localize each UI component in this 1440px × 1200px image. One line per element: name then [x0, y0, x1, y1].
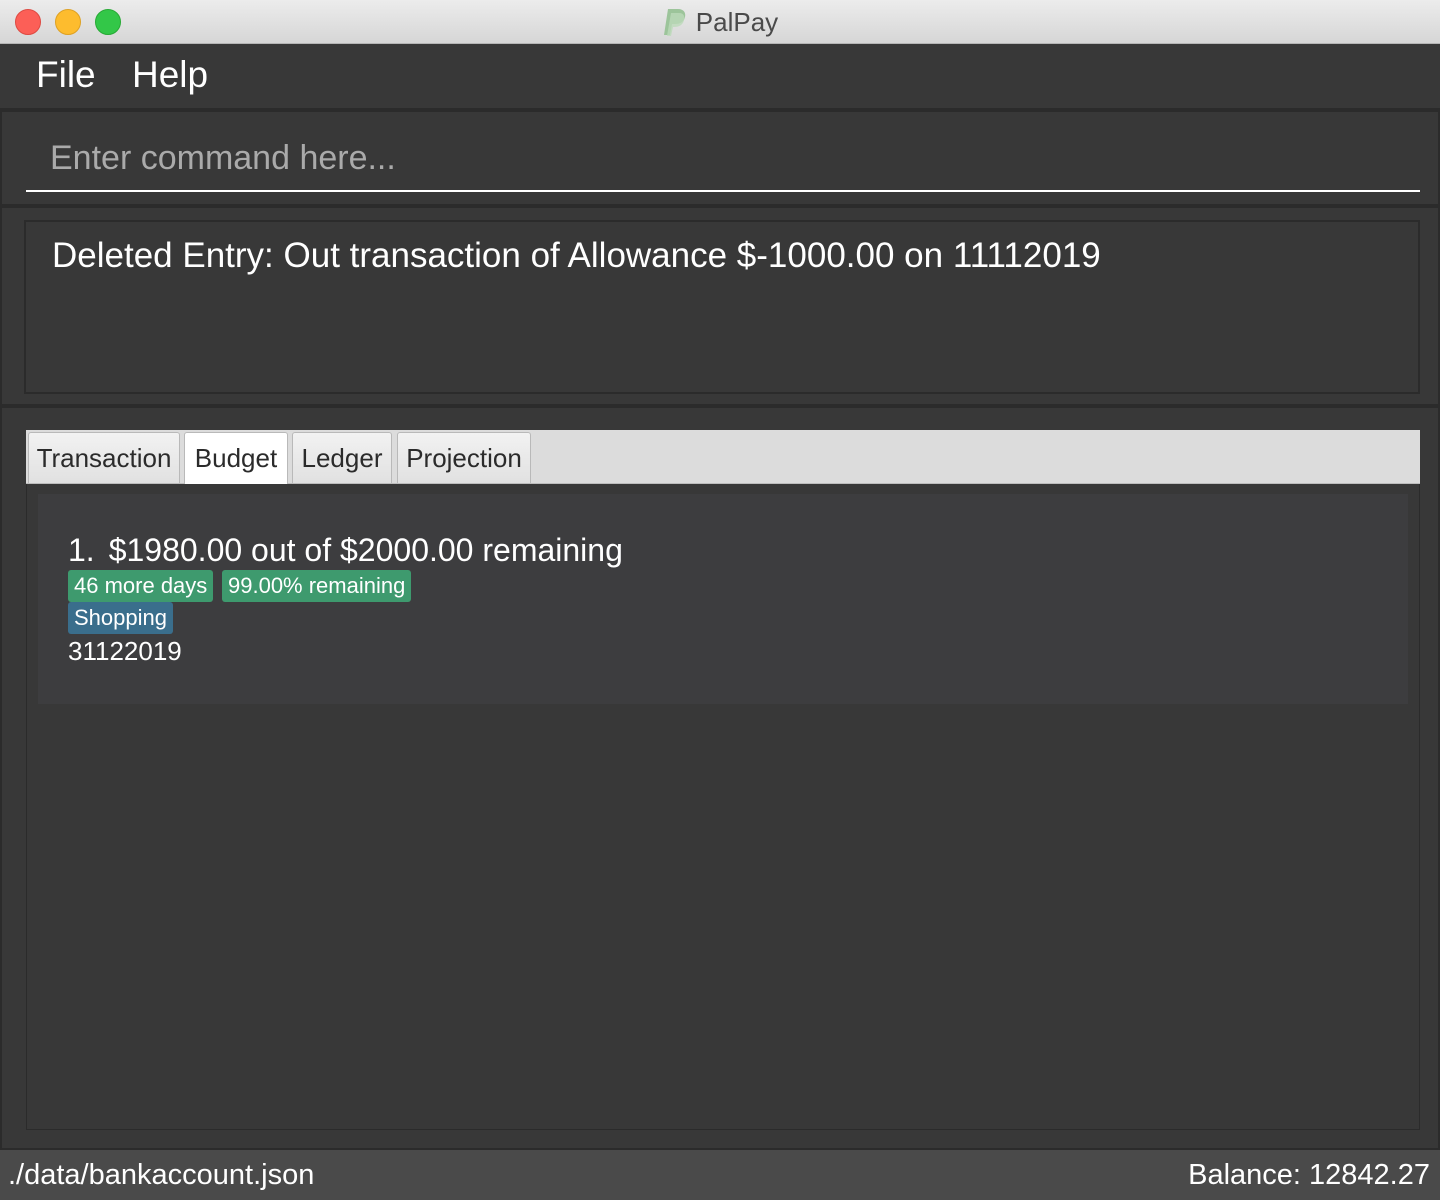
result-panel: Deleted Entry: Out transaction of Allowa… — [0, 206, 1440, 406]
paypal-logo-icon — [663, 9, 686, 36]
days-left-badge: 46 more days — [68, 570, 214, 602]
result-display[interactable]: Deleted Entry: Out transaction of Allowa… — [24, 220, 1420, 394]
budget-date: 31122019 — [68, 636, 182, 666]
menu-bar: File Help — [0, 44, 1440, 110]
menu-file[interactable]: File — [36, 54, 96, 96]
menu-help[interactable]: Help — [132, 54, 208, 96]
data-file-path: ./data/bankaccount.json — [8, 1159, 315, 1191]
result-message: Deleted Entry: Out transaction of Allowa… — [52, 236, 1101, 275]
budget-summary: 1. $1980.00 out of $2000.00 remaining — [68, 532, 623, 569]
window-title: PalPay — [695, 6, 779, 37]
status-bar: ./data/bankaccount.json Balance: 12842.2… — [0, 1150, 1440, 1200]
title-bar: PalPay — [0, 0, 1440, 44]
category-badge: Shopping — [68, 602, 173, 634]
budget-list[interactable]: 1. $1980.00 out of $2000.00 remaining 46 … — [26, 484, 1420, 1130]
budget-index: 1. — [68, 532, 95, 568]
balance-display: Balance: 12842.27 — [1188, 1159, 1430, 1191]
tab-transaction[interactable]: Transaction — [28, 432, 180, 483]
budget-card[interactable]: 1. $1980.00 out of $2000.00 remaining 46 … — [38, 494, 1408, 704]
command-input[interactable] — [26, 126, 1420, 192]
command-panel — [0, 110, 1440, 206]
tab-projection[interactable]: Projection — [397, 432, 531, 483]
tab-section: Transaction Budget Ledger Projection 1. $… — [0, 406, 1440, 1150]
tab-budget[interactable]: Budget — [184, 432, 288, 484]
tab-bar: Transaction Budget Ledger Projection — [26, 430, 1420, 484]
tab-ledger[interactable]: Ledger — [292, 432, 392, 483]
percent-remaining-badge: 99.00% remaining — [222, 570, 412, 602]
budget-summary-text: $1980.00 out of $2000.00 remaining — [108, 532, 623, 568]
